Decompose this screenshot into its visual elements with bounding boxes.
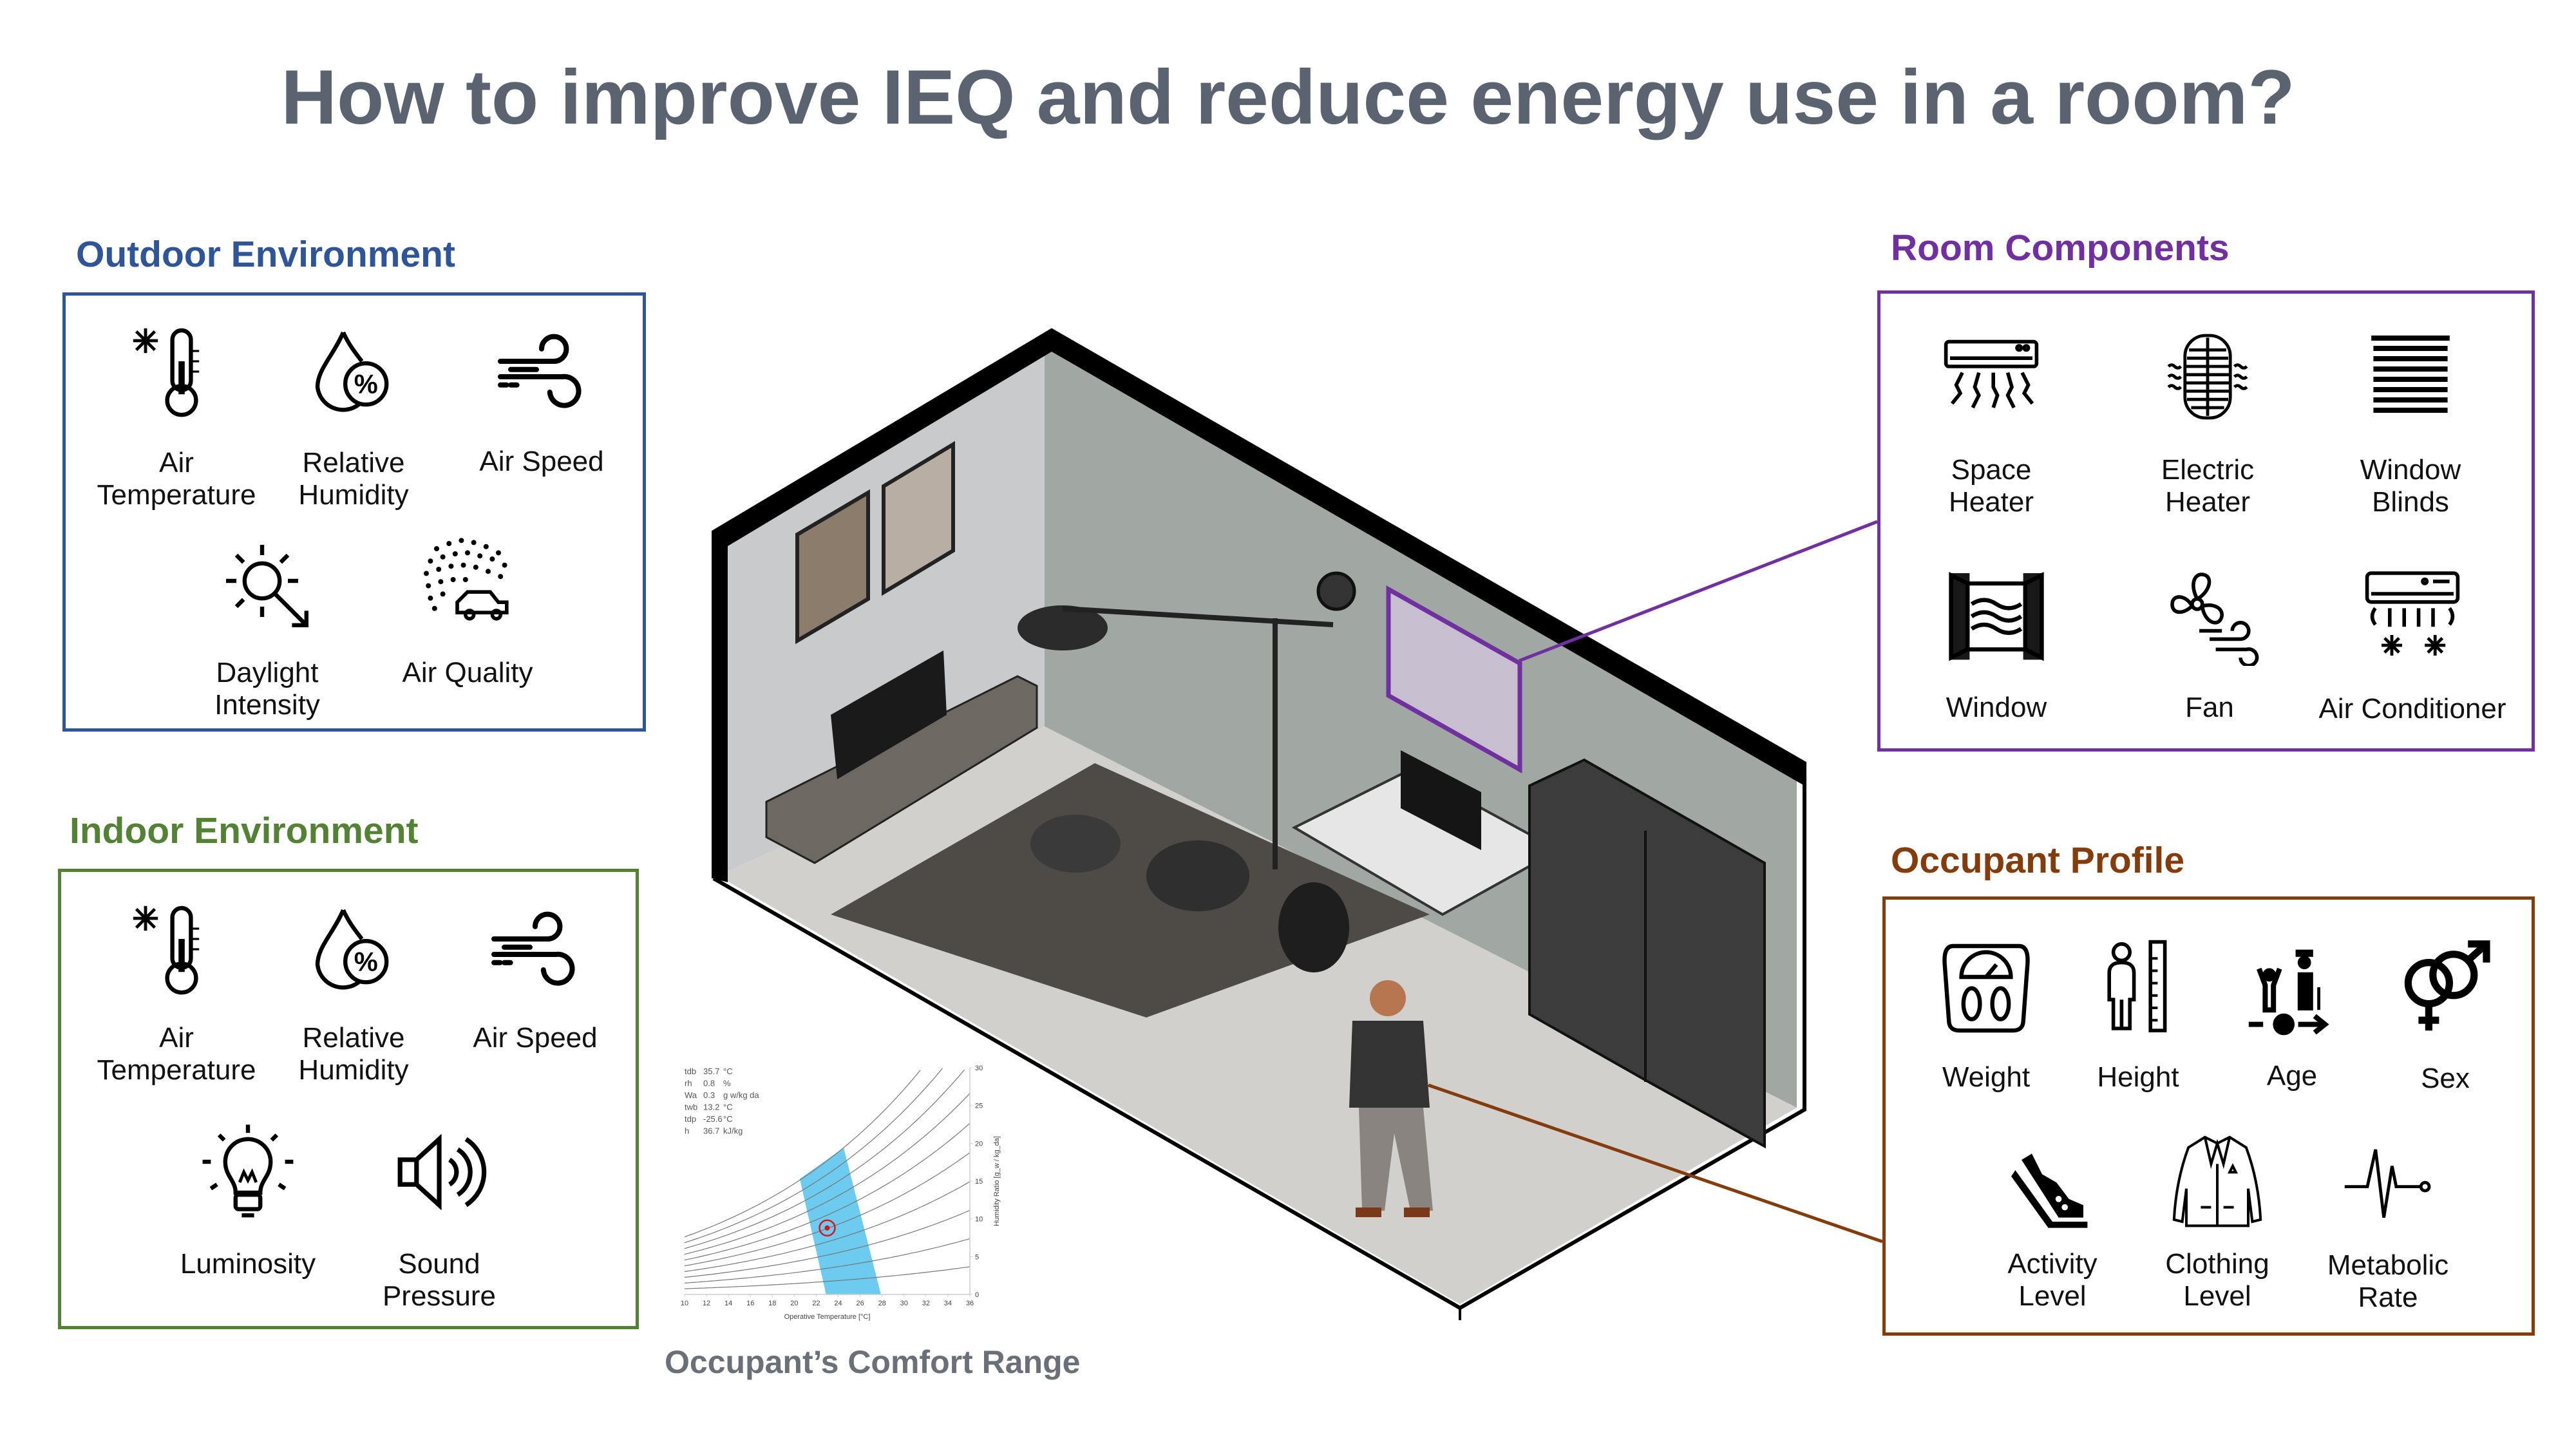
x-tick-label: 28 bbox=[878, 1300, 886, 1307]
comfort-zone bbox=[799, 1148, 881, 1294]
readout-unit: °C bbox=[723, 1066, 733, 1076]
readout-value: 0.8 bbox=[703, 1079, 715, 1088]
y-tick-label: 30 bbox=[975, 1065, 983, 1072]
readout-value: 36.7 bbox=[703, 1126, 719, 1136]
x-tick-label: 30 bbox=[900, 1300, 908, 1307]
readout-name: twb bbox=[685, 1103, 697, 1112]
readout-unit: °C bbox=[723, 1114, 733, 1124]
readout-unit: °C bbox=[723, 1103, 733, 1112]
rh-curve-100 bbox=[684, 1070, 921, 1238]
readout-unit: kJ/kg bbox=[723, 1126, 743, 1136]
readout-value: 13.2 bbox=[703, 1103, 719, 1112]
x-tick-label: 12 bbox=[703, 1300, 710, 1307]
x-tick-label: 20 bbox=[790, 1300, 798, 1307]
y-tick-label: 0 bbox=[975, 1291, 979, 1299]
readout-name: tdb bbox=[685, 1066, 696, 1076]
current-condition-point bbox=[824, 1225, 830, 1231]
x-tick-label: 18 bbox=[768, 1300, 776, 1307]
comfort-caption: Occupant’s Comfort Range bbox=[665, 1344, 1081, 1380]
y-tick-label: 20 bbox=[975, 1140, 983, 1148]
y-tick-label: 10 bbox=[975, 1216, 983, 1224]
readout-name: h bbox=[685, 1126, 689, 1136]
y-tick-label: 25 bbox=[975, 1103, 983, 1110]
y-tick-label: 5 bbox=[975, 1253, 979, 1261]
x-tick-label: 14 bbox=[724, 1300, 732, 1307]
x-tick-label: 34 bbox=[944, 1300, 952, 1307]
x-tick-label: 24 bbox=[834, 1300, 842, 1307]
readout-unit: g w/kg da bbox=[723, 1090, 759, 1100]
x-tick-label: 10 bbox=[681, 1300, 688, 1307]
x-tick-label: 22 bbox=[812, 1300, 820, 1307]
readout-name: rh bbox=[685, 1079, 692, 1088]
x-tick-label: 32 bbox=[922, 1300, 930, 1307]
y-tick-label: 15 bbox=[975, 1178, 983, 1186]
readout-name: Wa bbox=[685, 1090, 697, 1100]
x-tick-label: 16 bbox=[746, 1300, 754, 1307]
x-tick-label: 36 bbox=[966, 1300, 974, 1307]
x-axis-label: Operative Temperature [°C] bbox=[784, 1313, 871, 1321]
readout-value: 35.7 bbox=[703, 1066, 719, 1076]
y-axis-label: Humidity Ratio [g_w / kg_da] bbox=[993, 1136, 1001, 1226]
comfort-chart: 10 12 14 16 18 20 22 24 26 28 30 32 34 360 5 10 15 20 25 30… bbox=[681, 1065, 1001, 1321]
readout-name: tdp bbox=[685, 1114, 696, 1124]
readout-value: 0.3 bbox=[703, 1090, 715, 1100]
readout-value: -25.6 bbox=[703, 1114, 723, 1124]
x-tick-label: 26 bbox=[856, 1300, 864, 1307]
readout-unit: % bbox=[723, 1079, 731, 1088]
